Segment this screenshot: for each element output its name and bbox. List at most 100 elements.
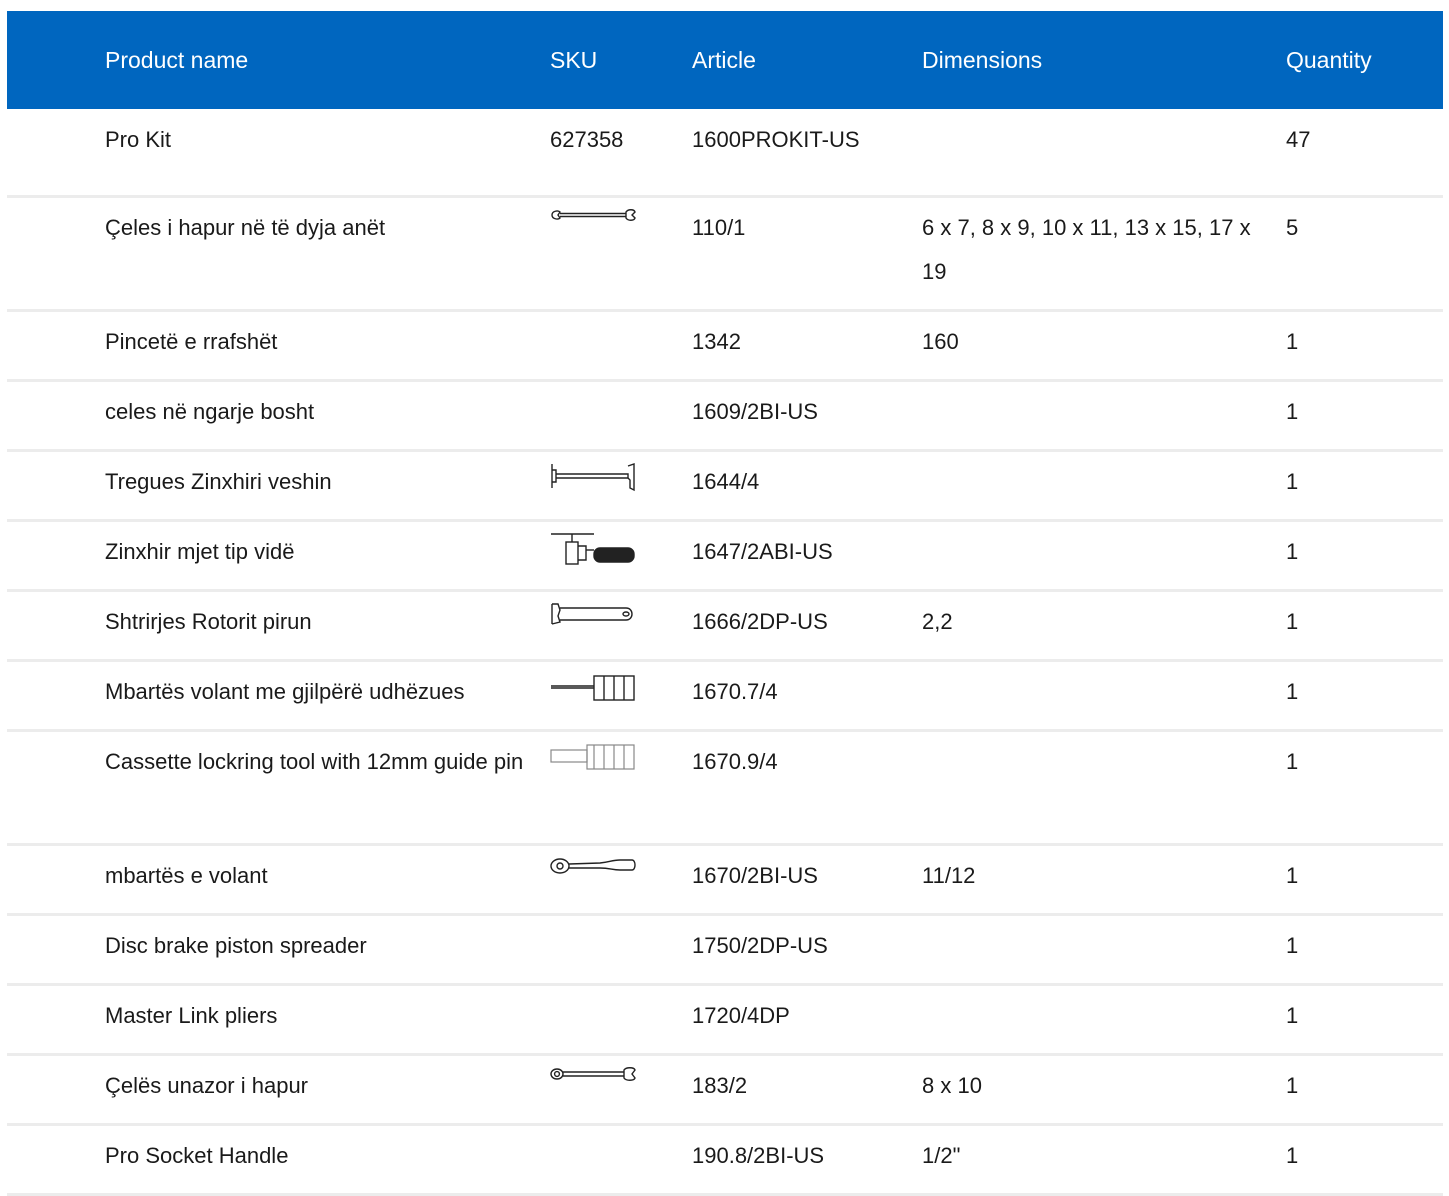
cell-sku	[550, 1125, 692, 1195]
cell-product-name: Master Link pliers	[105, 1003, 278, 1028]
cell-quantity: 1	[1286, 539, 1299, 564]
table-row: mbartës e volant 1670/2BI-US 11/12 1	[7, 845, 1443, 915]
cell-dimensions: 6 x 7, 8 x 9, 10 x 11, 13 x 15, 17 x 19	[922, 215, 1251, 284]
cell-product-name: Pro Kit	[105, 127, 172, 152]
table-row: Pro Kit 627358 1600PROKIT-US 47	[7, 109, 1443, 197]
cell-dimensions: 1/2"	[922, 1143, 961, 1168]
cell-dimensions: 2,2	[922, 609, 953, 634]
cell-sku	[550, 985, 692, 1055]
cell-product-name: Çelës unazor i hapur	[105, 1073, 309, 1098]
cell-sku	[550, 311, 692, 381]
cell-dimensions: 11/12	[922, 863, 976, 888]
cell-article: 1670/2BI-US	[692, 863, 818, 888]
cassette-lockring-tool-icon	[550, 742, 636, 776]
table-row: Master Link pliers 1720/4DP 1	[7, 985, 1443, 1055]
table-row: Zinxhir mjet tip vidë 1647/2ABI-US 1	[7, 521, 1443, 591]
cell-product-name: Tregues Zinxhiri veshin	[105, 469, 332, 494]
cell-product-name: Cassette lockring tool with 12mm guide p…	[105, 749, 524, 774]
header-quantity[interactable]: Quantity	[1286, 11, 1443, 109]
chain-wear-gauge-icon	[550, 462, 636, 496]
cell-article: 190.8/2BI-US	[692, 1143, 825, 1168]
cell-quantity: 1	[1286, 679, 1299, 704]
cell-quantity: 1	[1286, 1143, 1299, 1168]
cell-article: 1647/2ABI-US	[692, 539, 833, 564]
cell-sku	[550, 661, 692, 731]
cell-quantity: 1	[1286, 399, 1299, 424]
cell-product-name: celes në ngarje bosht	[105, 399, 315, 424]
cell-sku	[550, 1055, 692, 1125]
cell-article: 1666/2DP-US	[692, 609, 828, 634]
table-header-row: Product name SKU Article Dimensions Quan…	[7, 11, 1443, 109]
combination-wrench-icon	[550, 1066, 636, 1100]
cell-quantity: 1	[1286, 469, 1299, 494]
cell-sku	[550, 451, 692, 521]
cell-article: 110/1	[692, 215, 746, 240]
cell-product-name: Disc brake piston spreader	[105, 933, 367, 958]
cell-quantity: 47	[1286, 127, 1311, 152]
cell-article: 1609/2BI-US	[692, 399, 818, 424]
open-end-wrench-icon	[550, 208, 636, 242]
cell-product-name: Pincetë e rrafshët	[105, 329, 278, 354]
freewheel-remover-pin-icon	[550, 672, 636, 706]
table-row: Pro Socket Handle 190.8/2BI-US 1/2" 1	[7, 1125, 1443, 1195]
header-dimensions[interactable]: Dimensions	[922, 11, 1286, 109]
cell-sku: 627358	[550, 109, 692, 197]
cell-product-name: Mbartës volant me gjilpërë udhëzues	[105, 679, 465, 704]
cell-dimensions: 160	[922, 329, 959, 354]
cell-sku	[550, 591, 692, 661]
cell-sku	[550, 521, 692, 591]
cell-sku	[550, 731, 692, 845]
header-product-name[interactable]: Product name	[7, 11, 550, 109]
table-row: Çeles i hapur në të dyja anët 110/1 6 x 7,…	[7, 197, 1443, 311]
header-sku[interactable]: SKU	[550, 11, 692, 109]
cell-product-name: Çeles i hapur në të dyja anët	[105, 215, 386, 240]
cell-article: 1600PROKIT-US	[692, 127, 860, 152]
cell-sku	[550, 381, 692, 451]
cell-product-name: mbartës e volant	[105, 863, 268, 888]
header-article[interactable]: Article	[692, 11, 922, 109]
cell-article: 1720/4DP	[692, 1003, 790, 1028]
chain-tool-icon	[550, 532, 636, 566]
product-table-container: Product name SKU Article Dimensions Quan…	[7, 11, 1443, 1196]
cell-dimensions	[922, 381, 1286, 451]
table-row: Tregues Zinxhiri veshin 1644/4 1	[7, 451, 1443, 521]
cell-quantity: 1	[1286, 933, 1299, 958]
cell-quantity: 5	[1286, 215, 1299, 240]
cell-dimensions	[922, 661, 1286, 731]
cell-sku	[550, 915, 692, 985]
cell-quantity: 1	[1286, 863, 1299, 888]
cell-article: 1670.7/4	[692, 679, 778, 704]
cell-quantity: 1	[1286, 749, 1299, 774]
table-row: Pincetë e rrafshët 1342 160 1	[7, 311, 1443, 381]
cell-quantity: 1	[1286, 1003, 1299, 1028]
ratchet-handle-icon	[550, 856, 636, 890]
cell-article: 1342	[692, 329, 741, 354]
cell-dimensions: 8 x 10	[922, 1073, 982, 1098]
cell-sku	[550, 845, 692, 915]
sku-value: 627358	[550, 127, 624, 152]
cell-quantity: 1	[1286, 609, 1299, 634]
table-row: Disc brake piston spreader 1750/2DP-US 1	[7, 915, 1443, 985]
cell-quantity: 1	[1286, 329, 1299, 354]
table-row: celes në ngarje bosht 1609/2BI-US 1	[7, 381, 1443, 451]
cell-dimensions	[922, 915, 1286, 985]
table-row: Cassette lockring tool with 12mm guide p…	[7, 731, 1443, 845]
table-row: Mbartës volant me gjilpërë udhëzues 1670.…	[7, 661, 1443, 731]
cell-dimensions	[922, 109, 1286, 197]
table-row: Shtrirjes Rotorit pirun 1666/2DP-US 2,2 1	[7, 591, 1443, 661]
product-table: Product name SKU Article Dimensions Quan…	[7, 11, 1443, 1196]
cell-article: 1750/2DP-US	[692, 933, 828, 958]
cell-product-name: Zinxhir mjet tip vidë	[105, 539, 295, 564]
cell-product-name: Shtrirjes Rotorit pirun	[105, 609, 312, 634]
rotor-truing-fork-icon	[550, 602, 636, 636]
cell-dimensions	[922, 451, 1286, 521]
table-row: Çelës unazor i hapur 183/2 8 x 10 1	[7, 1055, 1443, 1125]
cell-product-name: Pro Socket Handle	[105, 1143, 289, 1168]
cell-sku	[550, 197, 692, 311]
cell-article: 1670.9/4	[692, 749, 778, 774]
cell-article: 183/2	[692, 1073, 748, 1098]
cell-article: 1644/4	[692, 469, 760, 494]
cell-dimensions	[922, 731, 1286, 845]
cell-quantity: 1	[1286, 1073, 1299, 1098]
cell-dimensions	[922, 521, 1286, 591]
